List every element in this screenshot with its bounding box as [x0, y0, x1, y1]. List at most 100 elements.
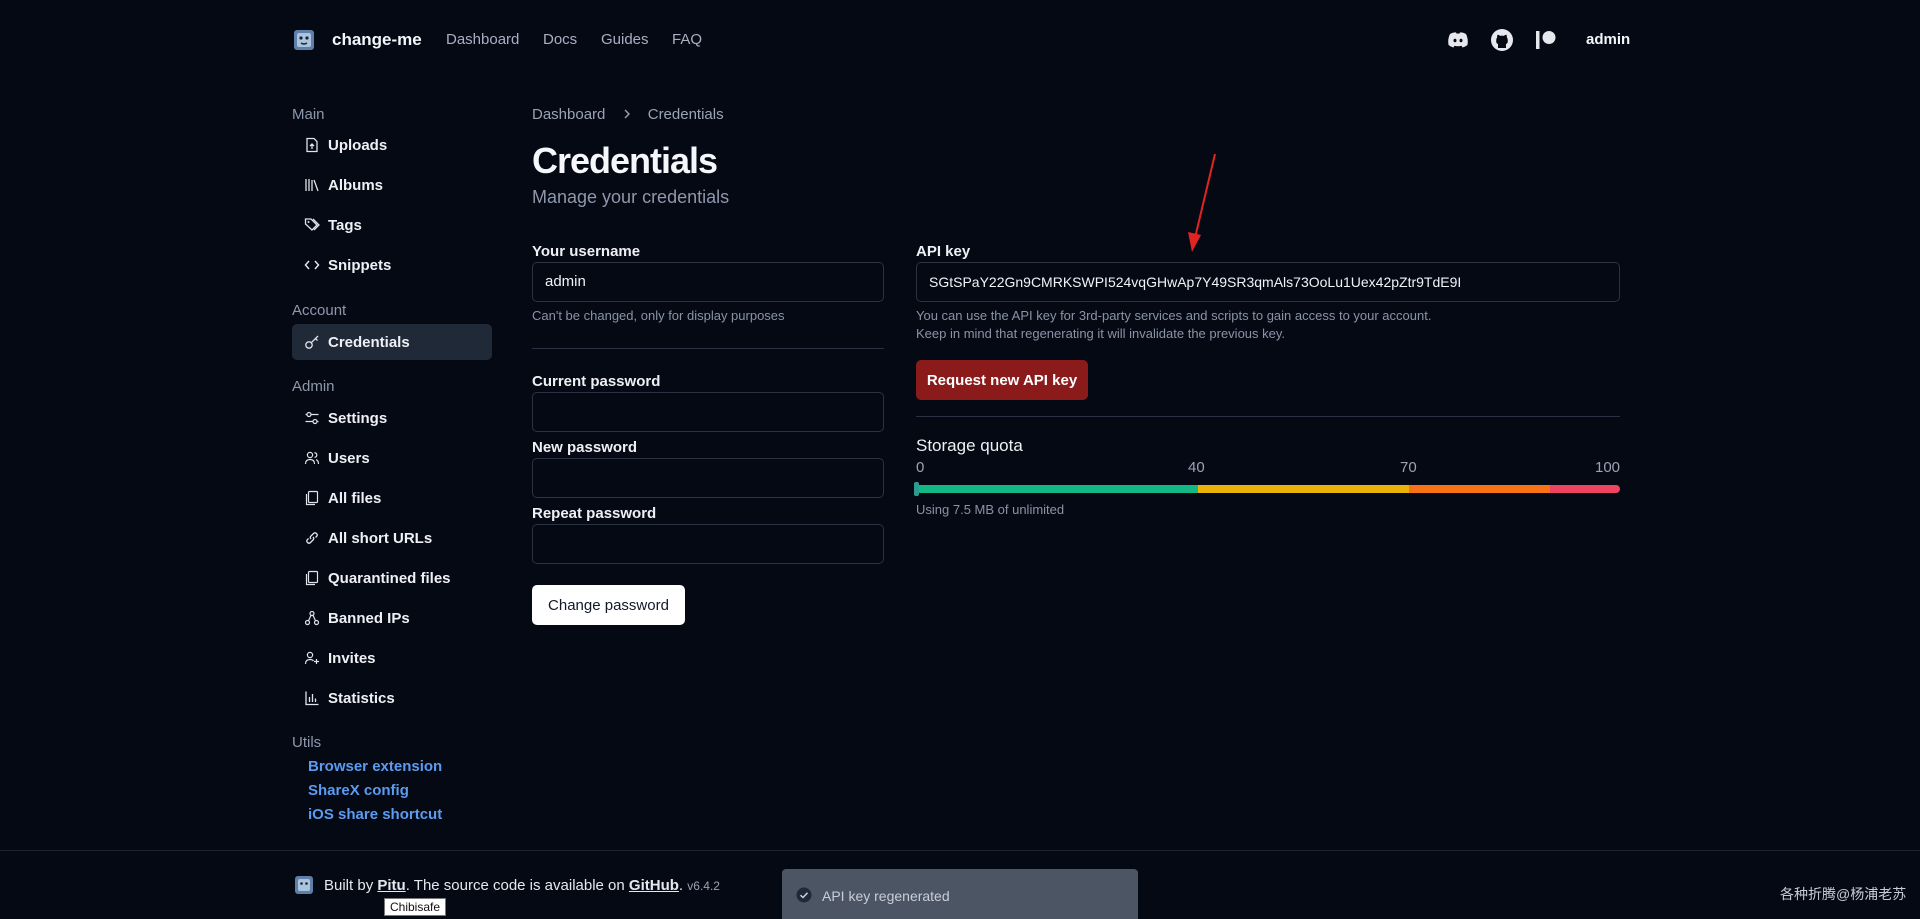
- author-link[interactable]: Pitu: [377, 877, 405, 894]
- toast-message: API key regenerated: [822, 888, 950, 904]
- sharex-config-link[interactable]: ShareX config: [308, 782, 409, 799]
- files-icon: [305, 570, 319, 586]
- users-icon: [304, 451, 320, 465]
- divider: [916, 416, 1620, 417]
- quota-segment-yellow: [1198, 485, 1409, 493]
- new-password-label: New password: [532, 439, 638, 456]
- check-circle-icon: [796, 887, 812, 903]
- quota-tick-0: 0: [916, 459, 925, 476]
- current-password-label: Current password: [532, 373, 661, 390]
- sidebar-item-label: Credentials: [328, 334, 410, 351]
- new-password-field[interactable]: [532, 458, 884, 498]
- watermark: 各种折腾@杨浦老苏: [1780, 886, 1907, 902]
- sidebar-item-label: All files: [328, 490, 382, 507]
- quota-tick-70: 70: [1400, 459, 1417, 476]
- nav-link-faq[interactable]: FAQ: [672, 31, 702, 48]
- sidebar-item-quarantined-files[interactable]: Quarantined files: [292, 560, 492, 596]
- footer-prefix: Built by: [324, 877, 374, 894]
- sidebar-item-uploads[interactable]: Uploads: [292, 127, 492, 163]
- api-key-help-2: Keep in mind that regenerating it will i…: [916, 326, 1286, 341]
- brand-name[interactable]: change-me: [332, 30, 422, 50]
- sidebar-item-label: Uploads: [328, 137, 388, 154]
- files-icon: [305, 490, 319, 506]
- page-title: Credentials: [532, 140, 718, 181]
- api-key-help-1: You can use the API key for 3rd-party se…: [916, 308, 1432, 323]
- github-link[interactable]: GitHub: [629, 877, 679, 894]
- sidebar-item-label: Banned IPs: [328, 610, 410, 627]
- username-field[interactable]: admin: [532, 262, 884, 302]
- browser-extension-link[interactable]: Browser extension: [308, 758, 442, 775]
- footer-suffix: .: [678, 877, 684, 894]
- nav-link-docs[interactable]: Docs: [543, 31, 577, 48]
- storage-quota-usage: Using 7.5 MB of unlimited: [916, 502, 1065, 517]
- quota-tick-100: 100: [1595, 459, 1621, 476]
- nav-link-dashboard[interactable]: Dashboard: [446, 31, 519, 48]
- sidebar-section-main: Main: [292, 106, 325, 123]
- sidebar-item-snippets[interactable]: Snippets: [292, 247, 492, 283]
- bar-chart-icon: [305, 691, 319, 706]
- username-label: Your username: [532, 243, 641, 260]
- sidebar-item-label: Snippets: [328, 257, 392, 274]
- quota-usage-marker: [914, 482, 919, 496]
- footer-middle: . The source code is available on: [405, 877, 625, 894]
- quota-tick-40: 40: [1188, 459, 1205, 476]
- tags-icon: [304, 218, 320, 231]
- sidebar-item-banned-ips[interactable]: Banned IPs: [292, 600, 492, 636]
- sidebar-item-statistics[interactable]: Statistics: [292, 680, 492, 716]
- request-new-api-key-button[interactable]: Request new API key: [916, 360, 1088, 400]
- ios-share-shortcut-link[interactable]: iOS share shortcut: [308, 806, 442, 823]
- top-navbar: change-me Dashboard Docs Guides FAQ admi…: [0, 0, 1920, 80]
- sidebar-item-label: Albums: [328, 177, 384, 194]
- change-password-button[interactable]: Change password: [532, 585, 685, 625]
- api-key-field[interactable]: SGtSPaY22Gn9CMRKSWPI524vqGHwAp7Y49SR3qmA…: [916, 262, 1620, 302]
- sidebar-item-users[interactable]: Users: [292, 440, 492, 476]
- sidebar-item-label: Statistics: [328, 690, 395, 707]
- breadcrumb-dashboard[interactable]: Dashboard: [532, 106, 605, 123]
- toast-notification[interactable]: API key regenerated: [782, 869, 1138, 919]
- footer-text: Built by Pitu. The source code is availa…: [324, 877, 720, 894]
- repeat-password-label: Repeat password: [532, 505, 657, 522]
- user-menu[interactable]: admin: [1586, 31, 1630, 48]
- sidebar-item-albums[interactable]: Albums: [292, 167, 492, 203]
- sidebar-item-settings[interactable]: Settings: [292, 400, 492, 436]
- sidebar-section-utils: Utils: [292, 734, 322, 751]
- sidebar-section-account: Account: [292, 302, 347, 319]
- github-icon[interactable]: [1490, 28, 1514, 52]
- api-key-label: API key: [916, 243, 971, 260]
- sidebar-item-tags[interactable]: Tags: [292, 207, 492, 243]
- current-password-field[interactable]: [532, 392, 884, 432]
- storage-quota-bar: [916, 485, 1620, 493]
- nav-link-guides[interactable]: Guides: [601, 31, 649, 48]
- key-icon: [305, 335, 319, 349]
- app-logo-icon[interactable]: [292, 27, 316, 53]
- sidebar-item-all-files[interactable]: All files: [292, 480, 492, 516]
- network-icon: [304, 610, 320, 626]
- sidebar-item-invites[interactable]: Invites: [292, 640, 492, 676]
- discord-icon[interactable]: [1446, 28, 1470, 52]
- user-plus-icon: [304, 651, 319, 665]
- sidebar-item-label: Users: [328, 450, 370, 467]
- sidebar-section-admin: Admin: [292, 378, 335, 395]
- repeat-password-field[interactable]: [532, 524, 884, 564]
- quota-segment-red: [1550, 485, 1620, 493]
- breadcrumb-credentials[interactable]: Credentials: [648, 106, 724, 123]
- version-label: v6.4.2: [687, 879, 720, 893]
- sidebar-item-all-short-urls[interactable]: All short URLs: [292, 520, 492, 556]
- sidebar-item-label: Invites: [328, 650, 376, 667]
- sidebar-item-credentials[interactable]: Credentials: [292, 324, 492, 360]
- library-icon: [305, 179, 319, 192]
- username-help: Can't be changed, only for display purpo…: [532, 308, 785, 323]
- divider: [532, 348, 884, 349]
- footer-divider: [0, 850, 1920, 851]
- sidebar-item-label: Tags: [328, 217, 362, 234]
- file-upload-icon: [306, 137, 318, 153]
- sidebar-item-label: All short URLs: [328, 530, 433, 547]
- patreon-icon[interactable]: [1534, 28, 1558, 52]
- breadcrumb: Dashboard Credentials: [532, 105, 724, 125]
- link-icon: [306, 532, 318, 544]
- code-icon: [304, 260, 320, 270]
- footer-logo-icon: [295, 876, 313, 894]
- sidebar-item-label: Settings: [328, 410, 388, 427]
- storage-quota-title: Storage quota: [916, 436, 1023, 455]
- quota-segment-orange: [1409, 485, 1550, 493]
